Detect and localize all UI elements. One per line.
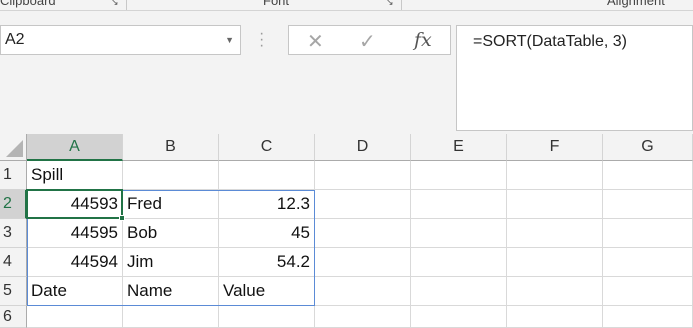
clipboard-launcher-icon[interactable]: ↘ bbox=[111, 0, 120, 7]
ribbon-group-font: Font bbox=[263, 0, 290, 8]
cell-a6[interactable] bbox=[27, 306, 123, 328]
cell-d6[interactable] bbox=[315, 306, 411, 328]
cell-f3[interactable] bbox=[507, 219, 603, 248]
cell-a2[interactable]: 44593 bbox=[27, 190, 123, 219]
formula-buttons: ✕ ✓ fx bbox=[288, 25, 451, 55]
cell-g3[interactable] bbox=[603, 219, 693, 248]
cell-c3[interactable]: 45 bbox=[219, 219, 315, 248]
ribbon-group-clipboard: Clipboard bbox=[0, 0, 56, 8]
cell-c1[interactable] bbox=[219, 161, 315, 190]
cell-e6[interactable] bbox=[411, 306, 507, 328]
formula-text: =SORT(DataTable, 3) bbox=[473, 33, 627, 50]
cell-d4[interactable] bbox=[315, 248, 411, 277]
cell-d2[interactable] bbox=[315, 190, 411, 219]
select-all-icon bbox=[6, 140, 23, 157]
cell-f1[interactable] bbox=[507, 161, 603, 190]
ribbon-group-alignment: Alignment bbox=[607, 0, 665, 8]
cell-b3[interactable]: Bob bbox=[123, 219, 219, 248]
cell-c4[interactable]: 54.2 bbox=[219, 248, 315, 277]
cell-b4[interactable]: Jim bbox=[123, 248, 219, 277]
cell-e4[interactable] bbox=[411, 248, 507, 277]
enter-check-icon[interactable]: ✓ bbox=[359, 29, 376, 54]
cell-f4[interactable] bbox=[507, 248, 603, 277]
name-box[interactable]: A2 ▼ bbox=[0, 25, 241, 55]
cell-d5[interactable] bbox=[315, 277, 411, 306]
row-header-4[interactable]: 4 bbox=[0, 248, 27, 277]
cell-g2[interactable] bbox=[603, 190, 693, 219]
column-header-g[interactable]: G bbox=[603, 134, 693, 161]
cell-g6[interactable] bbox=[603, 306, 693, 328]
chevron-down-icon[interactable]: ▼ bbox=[225, 35, 234, 45]
cell-d3[interactable] bbox=[315, 219, 411, 248]
cell-g1[interactable] bbox=[603, 161, 693, 190]
fill-handle[interactable] bbox=[119, 215, 125, 221]
row-header-1[interactable]: 1 bbox=[0, 161, 27, 190]
column-header-b[interactable]: B bbox=[123, 134, 219, 161]
column-header-f[interactable]: F bbox=[507, 134, 603, 161]
cell-e1[interactable] bbox=[411, 161, 507, 190]
font-launcher-icon[interactable]: ↘ bbox=[386, 0, 395, 7]
cell-f6[interactable] bbox=[507, 306, 603, 328]
column-header-c[interactable]: C bbox=[219, 134, 315, 161]
cancel-icon[interactable]: ✕ bbox=[307, 29, 324, 54]
formula-input[interactable]: =SORT(DataTable, 3) bbox=[456, 25, 693, 131]
ribbon-divider bbox=[401, 0, 402, 10]
cell-b1[interactable] bbox=[123, 161, 219, 190]
cell-e3[interactable] bbox=[411, 219, 507, 248]
column-header-d[interactable]: D bbox=[315, 134, 411, 161]
cell-c2[interactable]: 12.3 bbox=[219, 190, 315, 219]
cell-g4[interactable] bbox=[603, 248, 693, 277]
cell-a4[interactable]: 44594 bbox=[27, 248, 123, 277]
cell-g5[interactable] bbox=[603, 277, 693, 306]
cell-b2[interactable]: Fred bbox=[123, 190, 219, 219]
row-header-5[interactable]: 5 bbox=[0, 277, 27, 306]
cell-e5[interactable] bbox=[411, 277, 507, 306]
ribbon-divider bbox=[126, 0, 127, 10]
formula-bar-area: A2 ▼ · · · ✕ ✓ fx =SORT(DataTable, 3) bbox=[0, 11, 693, 134]
cell-c5[interactable]: Value bbox=[219, 277, 315, 306]
cell-c6[interactable] bbox=[219, 306, 315, 328]
column-header-a[interactable]: A bbox=[27, 134, 123, 161]
cell-d1[interactable] bbox=[315, 161, 411, 190]
cell-f5[interactable] bbox=[507, 277, 603, 306]
cell-a1[interactable]: Spill bbox=[27, 161, 123, 190]
name-box-value: A2 bbox=[5, 31, 25, 48]
cell-b5[interactable]: Name bbox=[123, 277, 219, 306]
cell-a3[interactable]: 44595 bbox=[27, 219, 123, 248]
row-header-2[interactable]: 2 bbox=[0, 190, 27, 219]
drag-handle-icon[interactable]: · · · bbox=[259, 26, 267, 54]
cell-a5[interactable]: Date bbox=[27, 277, 123, 306]
cell-f2[interactable] bbox=[507, 190, 603, 219]
column-header-e[interactable]: E bbox=[411, 134, 507, 161]
cell-b6[interactable] bbox=[123, 306, 219, 328]
cell-e2[interactable] bbox=[411, 190, 507, 219]
select-all-button[interactable] bbox=[0, 134, 27, 161]
row-header-6[interactable]: 6 bbox=[0, 306, 27, 328]
row-header-3[interactable]: 3 bbox=[0, 219, 27, 248]
insert-function-icon[interactable]: fx bbox=[414, 29, 432, 51]
ribbon-group-labels: Clipboard ↘ Font ↘ Alignment bbox=[0, 0, 693, 11]
